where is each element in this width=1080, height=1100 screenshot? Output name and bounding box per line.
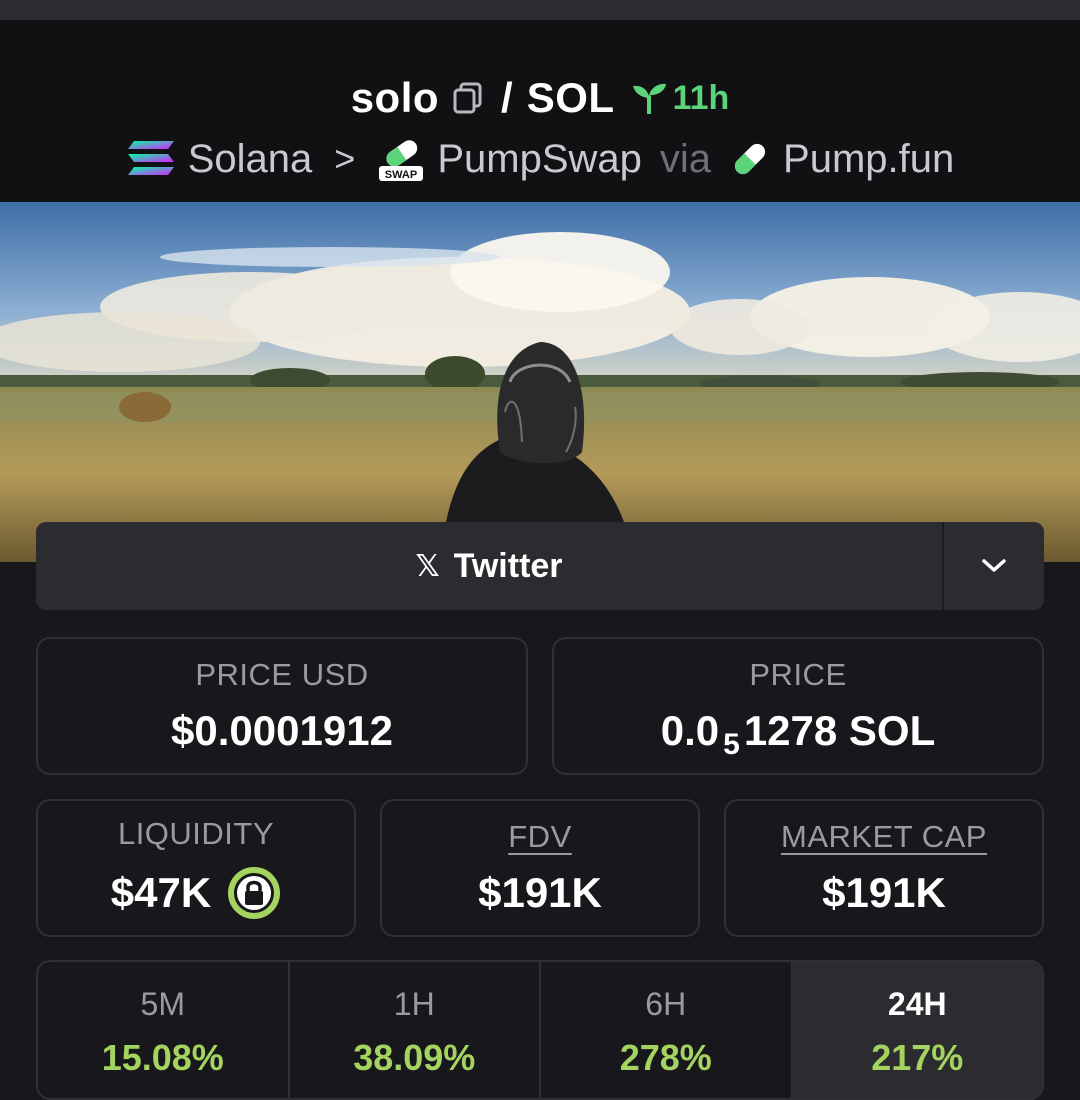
quote-symbol: SOL xyxy=(526,74,615,121)
token-symbol: solo xyxy=(350,74,440,121)
x-logo-icon: 𝕏 xyxy=(415,549,440,583)
twitter-button[interactable]: 𝕏 Twitter xyxy=(36,522,944,610)
price-change: 38.09% xyxy=(353,1037,476,1078)
pair-separator: / xyxy=(501,74,513,121)
pair-title: solo / SOL 11h xyxy=(0,72,1080,124)
tab-24h[interactable]: 24H 217% xyxy=(792,962,1042,1098)
token-banner-image xyxy=(0,202,1080,562)
twitter-link-bar: 𝕏 Twitter xyxy=(36,522,1044,610)
fdv-label[interactable]: FDV xyxy=(508,819,572,855)
fdv-value: $191K xyxy=(478,869,602,916)
lock-icon[interactable] xyxy=(227,866,281,920)
pill-icon xyxy=(729,138,771,180)
price-change: 278% xyxy=(619,1037,712,1078)
price-change: 217% xyxy=(871,1037,964,1078)
chevron-right-icon: > xyxy=(334,138,356,179)
breadcrumb: Solana > SWAP PumpSwap via Pump.fun xyxy=(0,132,1080,186)
pair-age: 11h xyxy=(631,78,730,118)
price-usd-label: PRICE USD xyxy=(195,657,369,692)
market-cap-label[interactable]: MARKET CAP xyxy=(781,819,987,855)
price-native-digits: 1278 SOL xyxy=(743,707,936,754)
tab-label: 1H xyxy=(393,986,435,1022)
liquidity-value-row: $47K xyxy=(111,866,281,920)
liquidity-value: $47K xyxy=(110,869,212,916)
dex-name[interactable]: PumpSwap xyxy=(437,137,642,182)
status-strip xyxy=(0,0,1080,20)
price-change: 15.08% xyxy=(101,1037,224,1078)
chevron-down-icon xyxy=(982,559,1006,572)
dex-badge: SWAP xyxy=(385,169,417,181)
price-usd-value: $0.0001912 xyxy=(171,707,393,754)
tab-label: 24H xyxy=(887,986,947,1022)
liquidity-label: LIQUIDITY xyxy=(117,816,275,851)
pumpswap-pill-icon: SWAP xyxy=(377,136,425,182)
price-native-label: PRICE xyxy=(749,657,847,692)
price-native-prefix: 0.0 xyxy=(660,707,720,754)
market-cap-value: $191K xyxy=(822,869,946,916)
sprout-icon xyxy=(632,83,666,114)
chain-name[interactable]: Solana xyxy=(188,137,313,182)
price-native-zero-count: 5 xyxy=(723,728,740,761)
pair-header: solo / SOL 11h Solana > SWAP PumpSwap vi… xyxy=(0,20,1080,202)
tab-5m[interactable]: 5M 15.08% xyxy=(38,962,290,1098)
price-native-value: 0.0 5 1278 SOL xyxy=(660,707,936,761)
price-native-card: PRICE 0.0 5 1278 SOL xyxy=(552,637,1044,775)
socials-dropdown-button[interactable] xyxy=(944,522,1044,610)
solana-logo-icon xyxy=(126,139,176,179)
price-usd-card: PRICE USD $0.0001912 xyxy=(36,637,528,775)
market-cap-card: MARKET CAP $191K xyxy=(724,799,1044,937)
fdv-card: FDV $191K xyxy=(380,799,700,937)
via-text: via xyxy=(659,136,712,181)
twitter-label: Twitter xyxy=(453,546,563,585)
tab-6h[interactable]: 6H 278% xyxy=(541,962,793,1098)
tab-label: 6H xyxy=(645,986,687,1022)
timeframe-tabs: 5M 15.08% 1H 38.09% 6H 278% 24H 217% xyxy=(36,960,1044,1100)
launchpad-name[interactable]: Pump.fun xyxy=(783,137,954,182)
liquidity-card: LIQUIDITY $47K xyxy=(36,799,356,937)
tab-1h[interactable]: 1H 38.09% xyxy=(290,962,541,1098)
copy-icon[interactable] xyxy=(451,81,485,115)
tab-label: 5M xyxy=(140,986,185,1022)
age-text: 11h xyxy=(672,78,730,117)
